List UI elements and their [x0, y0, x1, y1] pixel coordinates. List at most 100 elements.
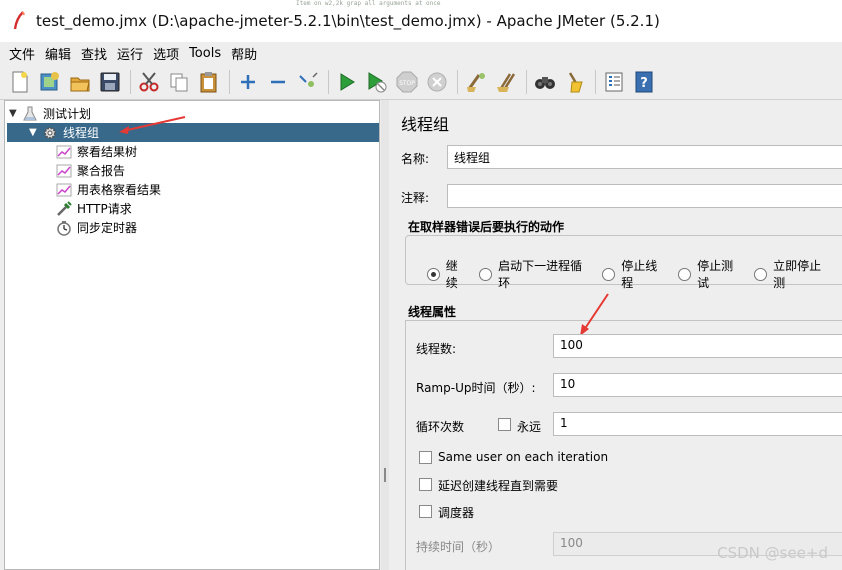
tree-node-thread-group[interactable]: ▼ 线程组	[7, 123, 379, 142]
start-no-pause-icon[interactable]	[365, 70, 389, 94]
page-title: 线程组	[401, 115, 450, 134]
forever-checkbox[interactable]	[498, 418, 511, 431]
tree-node-child[interactable]: 察看结果树	[55, 142, 137, 161]
new-icon[interactable]	[8, 70, 32, 94]
annotation-arrow	[119, 116, 186, 134]
error-action-options: 继续 启动下一进程循环 停止线程 停止测试 立即停止测	[427, 257, 842, 291]
tree-label: 聚合报告	[77, 164, 126, 178]
toolbar-separator	[595, 69, 596, 94]
radio-label: 继续	[445, 259, 458, 290]
tree-label: 用表格察看结果	[77, 183, 162, 197]
split-pane-divider[interactable]	[381, 100, 389, 570]
menu-run[interactable]: 运行	[115, 43, 145, 64]
rampup-field[interactable]: 10	[553, 373, 842, 397]
toolbar: STOP ?	[0, 64, 842, 100]
loop-label: 循环次数	[416, 420, 465, 434]
toolbar-separator	[229, 69, 230, 94]
radio-stop-test[interactable]	[678, 267, 692, 281]
expand-arrow-icon[interactable]: ▼	[9, 108, 21, 119]
duration-label: 持续时间（秒）	[416, 540, 501, 554]
tree-node-child[interactable]: 用表格察看结果	[55, 180, 161, 199]
background-ghost-text: Item on w2,2k grap all arguments at once	[296, 0, 441, 7]
collapse-icon[interactable]	[266, 70, 290, 94]
expand-arrow-icon[interactable]: ▼	[29, 127, 41, 138]
chart-icon	[55, 182, 73, 198]
same-user-label: Same user on each iteration	[438, 450, 609, 464]
splitter-grip[interactable]	[384, 468, 386, 482]
title-bar: test_demo.jmx (D:\apache-jmeter-5.2.1\bi…	[0, 0, 842, 42]
menu-tools[interactable]: Tools	[187, 45, 223, 62]
pipette-icon	[55, 200, 73, 217]
scheduler-label: 调度器	[438, 506, 475, 520]
svg-text:STOP: STOP	[399, 80, 415, 87]
menu-help[interactable]: 帮助	[229, 43, 259, 64]
name-label: 名称:	[401, 152, 430, 166]
function-helper-icon[interactable]	[602, 70, 626, 94]
tree-label: 线程组	[63, 126, 100, 140]
menu-edit[interactable]: 编辑	[43, 43, 73, 64]
comment-field[interactable]	[447, 184, 842, 208]
tree-label: 察看结果树	[77, 145, 138, 159]
loop-count-field[interactable]: 1	[553, 412, 842, 436]
open-icon[interactable]	[68, 70, 92, 94]
same-user-checkbox[interactable]	[419, 451, 432, 464]
test-plan-tree: ▼ 测试计划 ▼ 线程组 察看结果树 聚合报告 用表格察看结果 HTTP请求 同…	[4, 100, 380, 570]
window-title: test_demo.jmx (D:\apache-jmeter-5.2.1\bi…	[36, 12, 660, 30]
paste-icon[interactable]	[197, 70, 221, 94]
tree-node-child[interactable]: 同步定时器	[55, 218, 137, 237]
rampup-label: Ramp-Up时间（秒）:	[416, 381, 536, 395]
menu-file[interactable]: 文件	[7, 43, 37, 64]
radio-stop-test-now[interactable]	[754, 267, 768, 281]
tree-node-child[interactable]: 聚合报告	[55, 161, 125, 180]
threads-label: 线程数:	[416, 342, 457, 356]
toggle-icon[interactable]	[296, 70, 320, 94]
clear-icon[interactable]	[464, 70, 488, 94]
radio-label: 停止线程	[621, 259, 658, 290]
toolbar-separator	[457, 69, 458, 94]
save-icon[interactable]	[98, 70, 122, 94]
chart-icon	[55, 163, 73, 179]
copy-icon[interactable]	[167, 70, 191, 94]
cut-icon[interactable]	[137, 70, 161, 94]
expand-icon[interactable]	[236, 70, 260, 94]
menu-search[interactable]: 查找	[79, 43, 109, 64]
test-plan-flask-icon	[21, 106, 39, 122]
shutdown-icon[interactable]	[425, 70, 449, 94]
forever-label: 永远	[517, 420, 542, 434]
start-icon[interactable]	[335, 70, 359, 94]
thread-group-panel: 线程组 名称: 线程组 注释: 在取样器错误后要执行的动作 继续 启动下一进程循…	[390, 100, 842, 570]
name-field[interactable]: 线程组	[447, 145, 842, 169]
toolbar-separator	[526, 69, 527, 94]
radio-label: 启动下一进程循环	[498, 259, 583, 290]
jmeter-feather-icon	[12, 11, 26, 31]
reset-search-icon[interactable]	[563, 70, 587, 94]
toolbar-separator	[130, 69, 131, 94]
annotation-arrow	[580, 293, 609, 336]
tree-label: HTTP请求	[77, 202, 132, 216]
radio-label: 停止测试	[697, 259, 734, 290]
radio-label: 立即停止测	[773, 259, 822, 290]
search-icon[interactable]	[533, 70, 557, 94]
clear-all-icon[interactable]	[494, 70, 518, 94]
watermark: CSDN @see+d	[717, 544, 828, 562]
radio-continue[interactable]	[427, 267, 440, 281]
templates-icon[interactable]	[38, 70, 62, 94]
delay-thread-creation-checkbox[interactable]	[419, 478, 432, 491]
tree-node-child[interactable]: HTTP请求	[55, 199, 132, 218]
radio-start-next-loop[interactable]	[479, 267, 493, 281]
gear-icon	[41, 125, 59, 141]
menu-options[interactable]: 选项	[151, 43, 181, 64]
delay-thread-creation-label: 延迟创建线程直到需要	[438, 479, 559, 493]
timer-icon	[55, 220, 73, 236]
radio-stop-thread[interactable]	[602, 267, 616, 281]
tree-label: 测试计划	[43, 107, 92, 121]
threads-field[interactable]: 100	[553, 334, 842, 358]
help-icon[interactable]: ?	[632, 70, 656, 94]
scheduler-checkbox[interactable]	[419, 505, 432, 518]
toolbar-separator	[328, 69, 329, 94]
comment-label: 注释:	[401, 191, 430, 205]
tree-label: 同步定时器	[77, 221, 138, 235]
tree-node-test-plan[interactable]: ▼ 测试计划	[9, 104, 91, 123]
stop-icon[interactable]: STOP	[395, 70, 419, 94]
chart-icon	[55, 144, 73, 160]
